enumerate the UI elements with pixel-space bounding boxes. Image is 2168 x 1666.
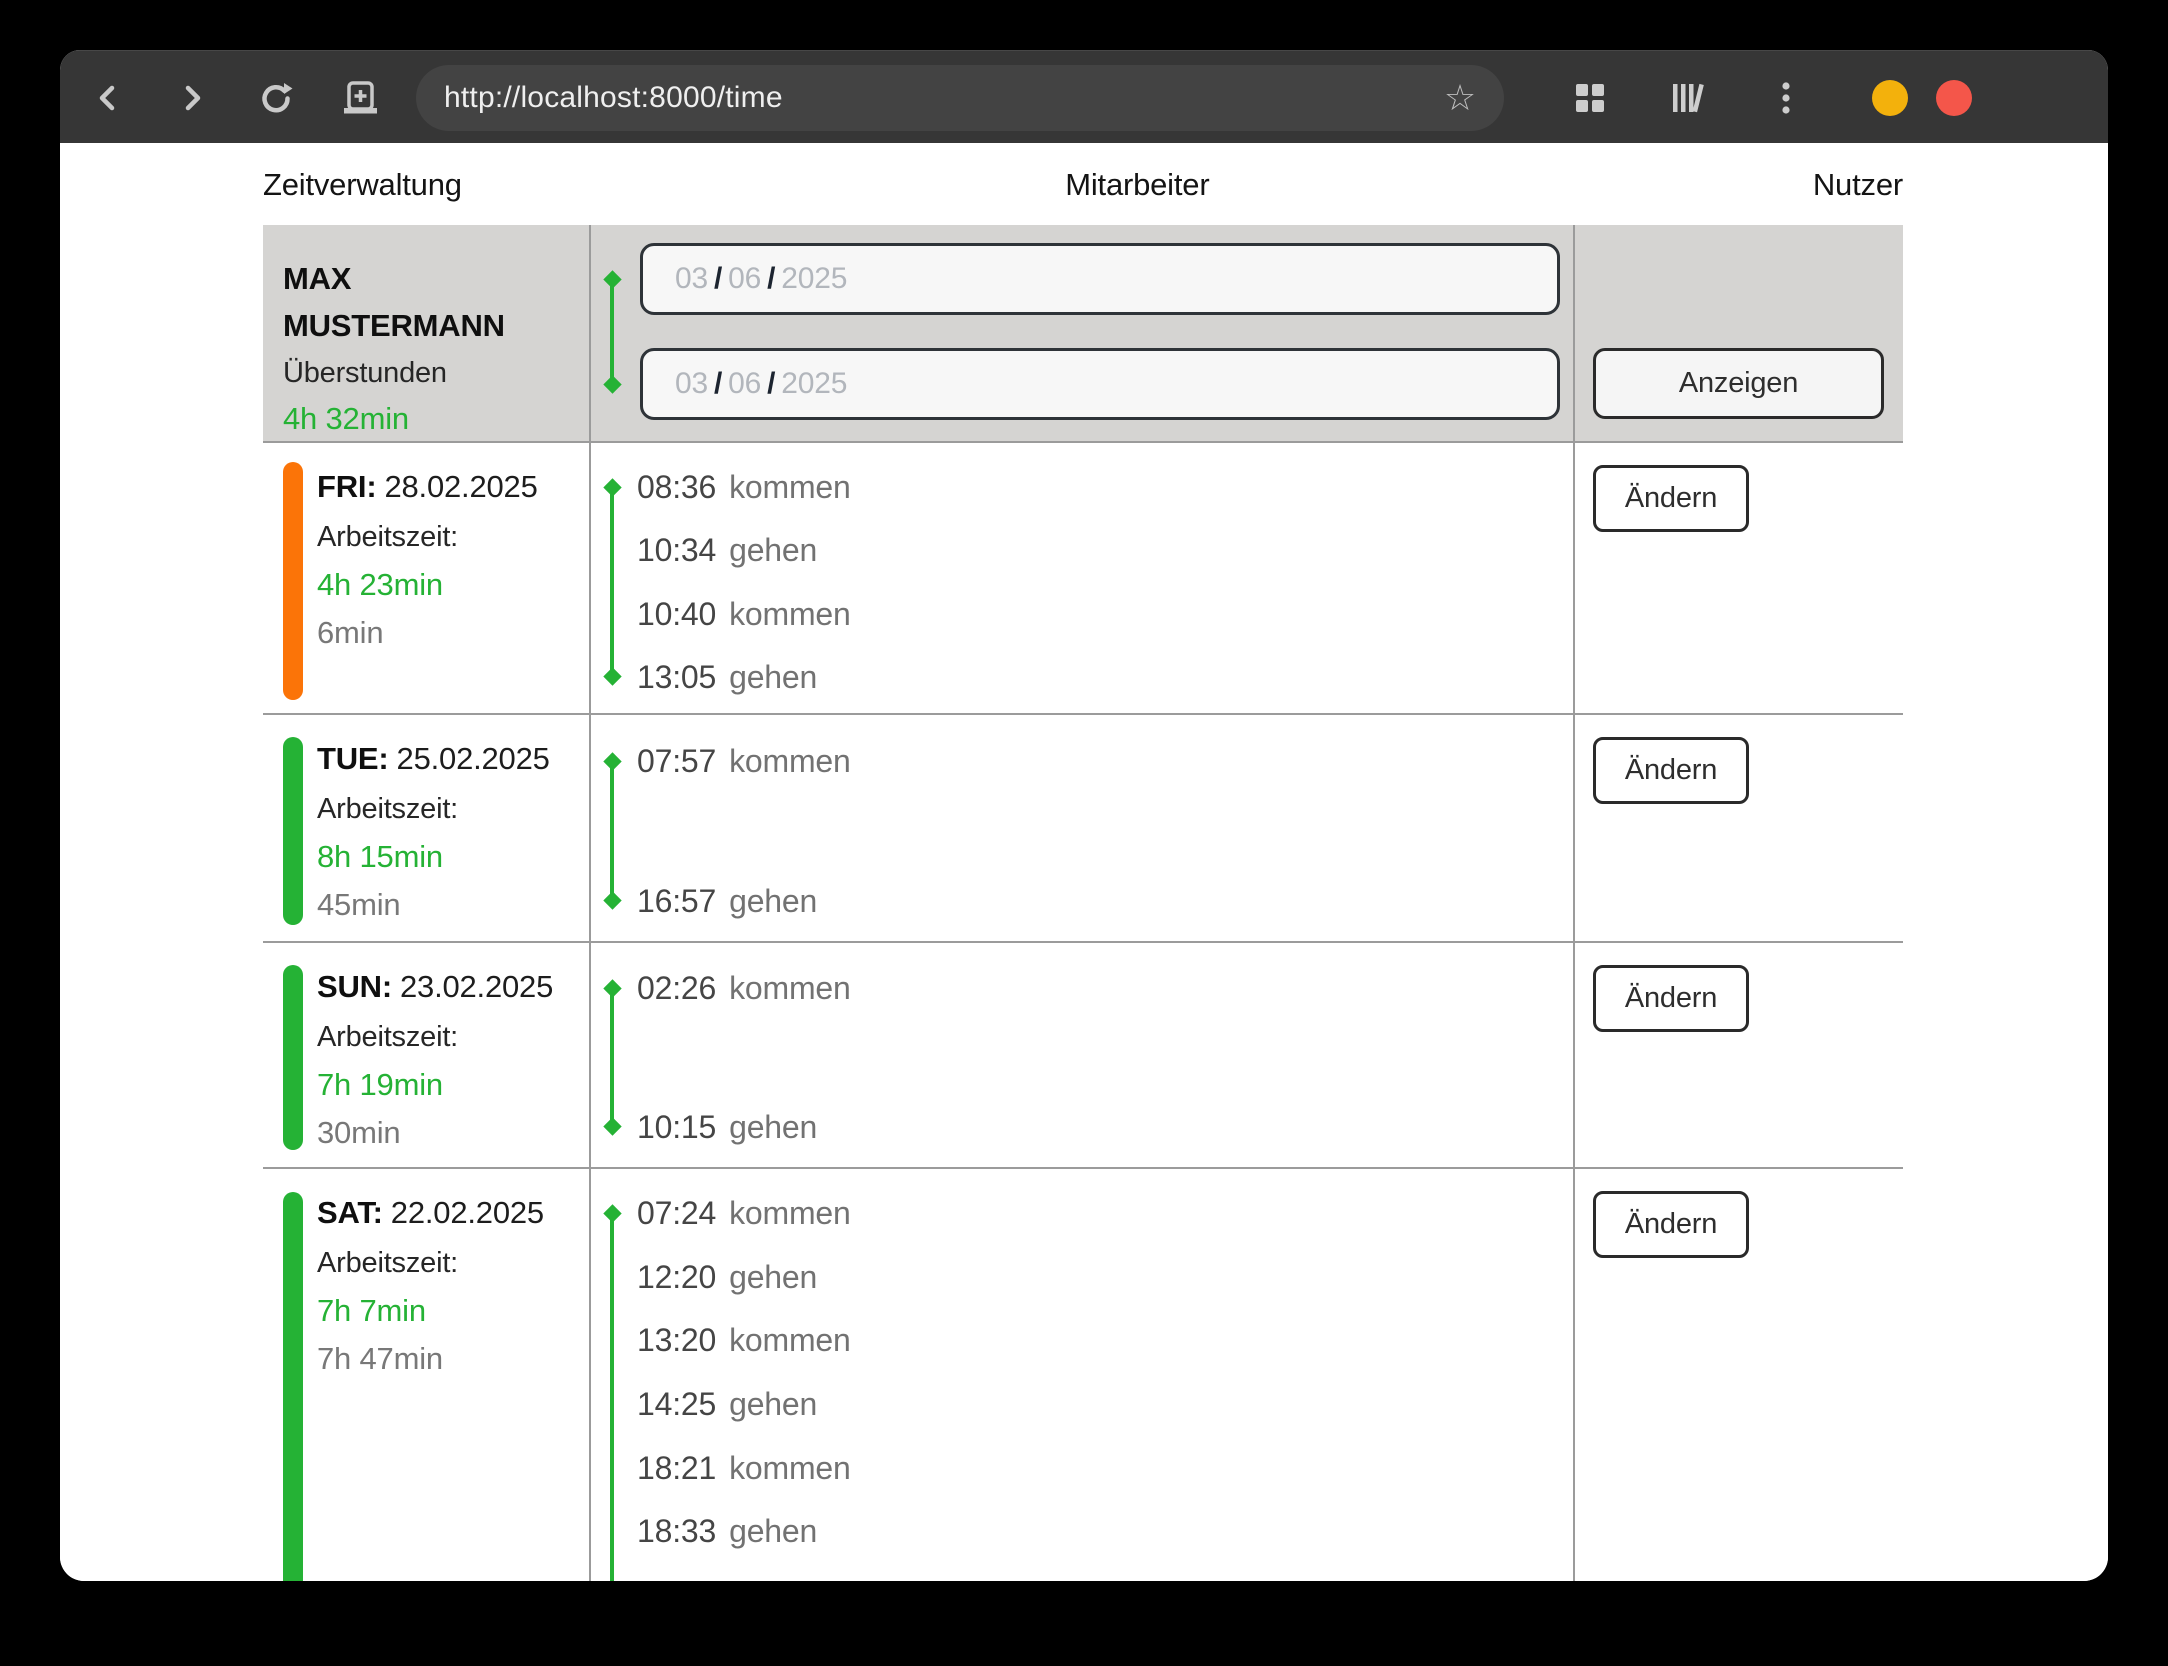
url-text: http://localhost:8000/time [444,81,1444,115]
day-row: SUN:23.02.2025 Arbeitszeit: 7h 19min 30m… [263,941,1903,1167]
bookmark-star-icon[interactable]: ☆ [1444,80,1476,116]
worktime-label: Arbeitszeit: [317,521,589,554]
day-status-bar [283,737,303,925]
pause-value: 6min [317,615,589,651]
anzeigen-button[interactable]: Anzeigen [1593,348,1884,419]
day-date: TUE:25.02.2025 [317,741,589,777]
day-row: FRI:28.02.2025 Arbeitszeit: 4h 23min 6mi… [263,441,1903,713]
nav-nutzer[interactable]: Nutzer [1813,167,1903,203]
time-entries: 02:26kommen 10:15gehen [637,968,1557,1147]
back-icon[interactable] [78,68,138,128]
worktime-value: 4h 23min [317,567,589,603]
date-from-part2: 06 [728,262,761,296]
worktime-label: Arbeitszeit: [317,1021,589,1054]
timeline-line [610,487,614,677]
close-button[interactable] [1936,80,1972,116]
overtime-value: 4h 32min [283,396,589,441]
browser-window: http://localhost:8000/time ☆ [60,50,2108,1581]
timeline-line [610,1213,614,1581]
aendern-button[interactable]: Ändern [1593,1191,1749,1258]
time-entry: 10:34gehen [637,530,1557,570]
pause-value: 7h 47min [317,1341,589,1377]
date-to-part2: 06 [728,367,761,401]
window-controls [1872,80,1972,116]
overtime-label: Überstunden [283,351,589,396]
kebab-menu-icon[interactable] [1756,68,1816,128]
time-entry: 18:33gehen [637,1511,1557,1551]
new-tab-icon[interactable] [330,68,390,128]
date-separator: / [767,262,775,296]
time-entry: 14:25gehen [637,1384,1557,1424]
nav-zeitverwaltung[interactable]: Zeitverwaltung [263,167,462,203]
time-table: MAX MUSTERMANN Überstunden 4h 32min 03/0… [263,225,1903,1581]
date-separator: / [767,367,775,401]
time-entry: 10:40kommen [637,594,1557,634]
minimize-button[interactable] [1872,80,1908,116]
date-from-part1: 03 [675,262,708,296]
pause-value: 30min [317,1115,589,1151]
time-entry: 10:15gehen [637,1107,1557,1147]
date-range-arrow [610,279,614,385]
date-from-input[interactable]: 03/06/2025 [640,243,1560,315]
date-from-part3: 2025 [781,262,847,296]
column-divider [1573,225,1575,1581]
time-entry: 07:24kommen [637,1193,1557,1233]
employee-header-row: MAX MUSTERMANN Überstunden 4h 32min 03/0… [263,225,1903,441]
day-date: SAT:22.02.2025 [317,1195,589,1231]
aendern-button[interactable]: Ändern [1593,737,1749,804]
worktime-value: 8h 15min [317,839,589,875]
employee-info: MAX MUSTERMANN Überstunden 4h 32min [263,225,589,441]
date-separator: / [714,367,722,401]
forward-icon[interactable] [162,68,222,128]
toolbar-nav-icons [78,68,390,128]
pause-value: 45min [317,887,589,923]
apps-grid-icon[interactable] [1560,68,1620,128]
time-entry: 12:20gehen [637,1257,1557,1297]
time-entries: 08:36kommen 10:34gehen 10:40kommen 13:05… [637,467,1557,697]
employee-name-line1: MAX [283,255,589,302]
top-nav: Zeitverwaltung Mitarbeiter Nutzer [263,167,1903,203]
day-date: SUN:23.02.2025 [317,969,589,1005]
time-entry: 13:05gehen [637,657,1557,697]
time-entry: 16:57gehen [637,881,1557,921]
aendern-button[interactable]: Ändern [1593,465,1749,532]
url-bar[interactable]: http://localhost:8000/time ☆ [416,65,1504,131]
date-separator: / [714,262,722,296]
time-entry: 21:04kommen [637,1575,1557,1581]
time-entry: 07:57kommen [637,741,1557,781]
time-entry: 08:36kommen [637,467,1557,507]
aendern-button[interactable]: Ändern [1593,965,1749,1032]
browser-toolbar: http://localhost:8000/time ☆ [60,50,2108,144]
date-to-part3: 2025 [781,367,847,401]
nav-mitarbeiter[interactable]: Mitarbeiter [1065,167,1209,203]
worktime-value: 7h 7min [317,1293,589,1329]
time-entries: 07:57kommen 16:57gehen [637,741,1557,921]
worktime-value: 7h 19min [317,1067,589,1103]
column-divider [589,225,591,1581]
employee-name-line2: MUSTERMANN [283,302,589,349]
time-entry: 13:20kommen [637,1320,1557,1360]
time-entry: 02:26kommen [637,968,1557,1008]
timeline-line [610,761,614,901]
date-to-part1: 03 [675,367,708,401]
reload-icon[interactable] [246,68,306,128]
date-to-input[interactable]: 03/06/2025 [640,348,1560,420]
page: Zeitverwaltung Mitarbeiter Nutzer MAX MU… [60,143,2108,1581]
library-icon[interactable] [1658,68,1718,128]
day-status-bar [283,1192,303,1581]
day-status-bar [283,462,303,700]
day-row: TUE:25.02.2025 Arbeitszeit: 8h 15min 45m… [263,713,1903,941]
time-entry: 18:21kommen [637,1448,1557,1488]
worktime-label: Arbeitszeit: [317,1247,589,1280]
time-entries: 07:24kommen 12:20gehen 13:20kommen 14:25… [637,1193,1557,1581]
day-status-bar [283,965,303,1150]
day-row: SAT:22.02.2025 Arbeitszeit: 7h 7min 7h 4… [263,1167,1903,1581]
toolbar-right-icons [1560,68,1816,128]
worktime-label: Arbeitszeit: [317,793,589,826]
timeline-line [610,988,614,1127]
day-date: FRI:28.02.2025 [317,469,589,505]
